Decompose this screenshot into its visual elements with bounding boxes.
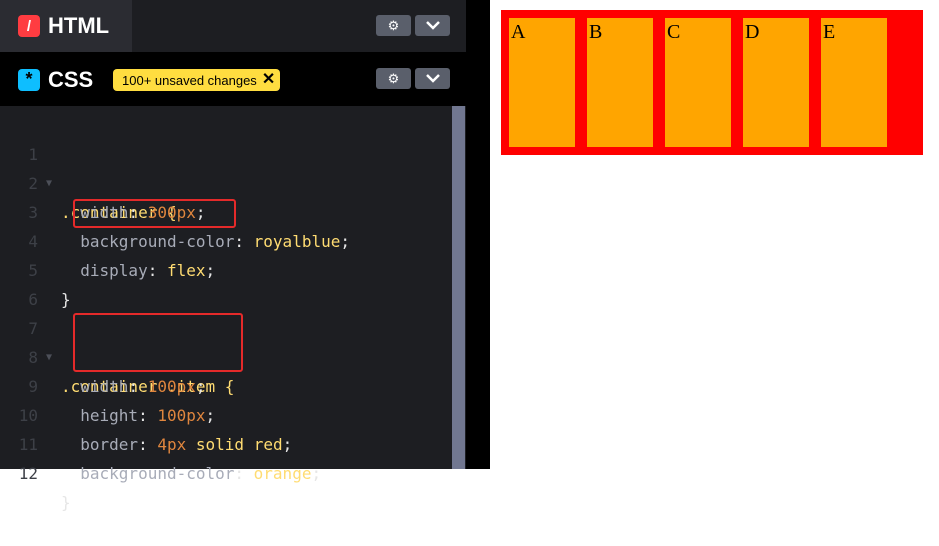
scrollbar[interactable]: [452, 106, 465, 469]
flex-item: E: [817, 14, 891, 151]
unsaved-changes-label: 100+ unsaved changes: [122, 72, 257, 88]
flex-item: A: [505, 14, 579, 151]
html-collapse-button[interactable]: [415, 15, 450, 36]
code-line[interactable]: 1 ▼ .container {: [0, 111, 450, 222]
html-icon: /: [18, 15, 40, 37]
css-settings-button[interactable]: ⚙: [376, 68, 411, 89]
chevron-down-icon: [425, 21, 440, 30]
preview-pane: A B C D E: [490, 0, 939, 469]
code-line[interactable]: 3 background-color: royalblue;: [0, 169, 450, 251]
code-editor: / HTML ⚙ * CSS 100+ unsaved changes ✕ ⚙ …: [0, 0, 490, 512]
css-icon: *: [18, 68, 40, 91]
css-collapse-button[interactable]: [415, 68, 450, 89]
css-panel-tab[interactable]: * CSS: [0, 53, 93, 106]
flex-item: C: [661, 14, 735, 151]
code-line[interactable]: 6: [0, 256, 450, 309]
flex-container: A B C D E: [501, 10, 923, 155]
code-lines[interactable]: 1 ▼ .container { 2 width: 300px; 3 backg…: [0, 111, 450, 512]
highlight-box-display: [73, 199, 236, 228]
unsaved-changes-badge[interactable]: 100+ unsaved changes ✕: [113, 69, 281, 91]
code-line[interactable]: 5 }: [0, 227, 450, 309]
flex-item: D: [739, 14, 813, 151]
highlight-box-dimensions: [73, 313, 243, 372]
line-number: 12: [18, 464, 38, 483]
code-text: }: [61, 493, 71, 512]
gear-icon: ⚙: [387, 17, 400, 33]
css-panel-title: CSS: [48, 66, 94, 92]
chevron-down-icon: [425, 74, 440, 83]
html-settings-button[interactable]: ⚙: [376, 15, 411, 36]
code-text: background-color: orange;: [80, 464, 322, 483]
close-icon[interactable]: ✕: [262, 72, 275, 88]
code-line[interactable]: 7 ▼ .container .item {: [0, 285, 450, 396]
code-line[interactable]: 2 width: 300px;: [0, 140, 450, 222]
scrollbar-thumb[interactable]: [452, 106, 465, 469]
flex-item: B: [583, 14, 657, 151]
gear-icon: ⚙: [387, 70, 400, 86]
html-panel-title: HTML: [48, 13, 110, 38]
code-line[interactable]: 10 border: 4px solid red;: [0, 372, 450, 454]
code-line[interactable]: 12 }: [0, 430, 450, 512]
html-panel-tab[interactable]: / HTML: [0, 0, 132, 52]
code-line[interactable]: 11 background-color: orange;: [0, 401, 450, 483]
